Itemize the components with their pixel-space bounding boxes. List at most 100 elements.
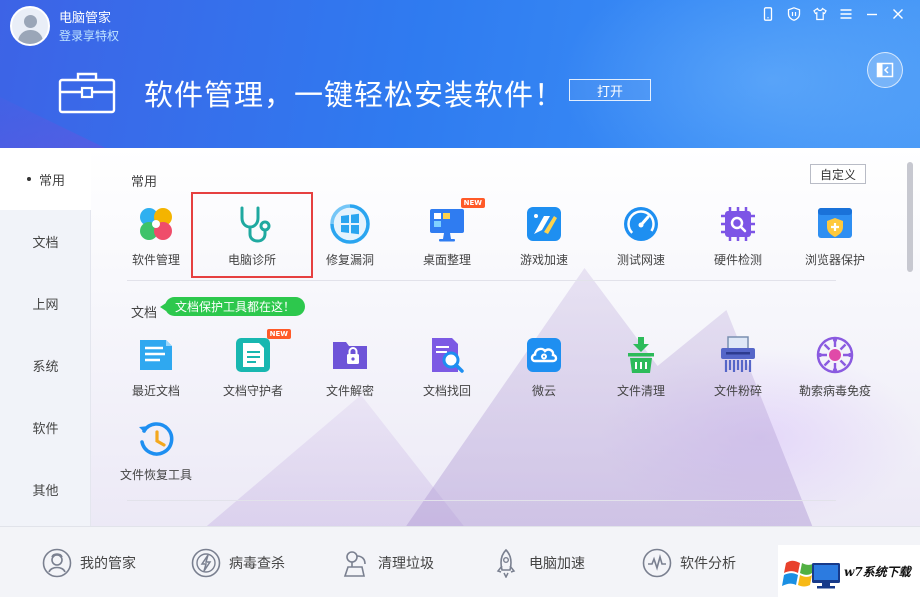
bottom-nav-label: 病毒查杀 (229, 556, 285, 572)
tool-weiyun[interactable]: 微云 (496, 335, 592, 411)
shield-icon[interactable] (782, 4, 806, 24)
rocket-icon (496, 548, 516, 578)
tool-file-decrypt[interactable]: 文件解密 (302, 335, 398, 411)
bottom-nav-clean-junk[interactable]: 清理垃圾 (340, 547, 434, 579)
watermark: w7系统下载 (778, 545, 920, 597)
bottom-nav-label: 清理垃圾 (378, 556, 434, 572)
shredder-icon (718, 335, 758, 375)
bottom-nav-label: 软件分析 (680, 556, 736, 572)
sidebar-item-system[interactable]: 系统 (0, 334, 91, 396)
tool-recent-docs[interactable]: 最近文档 (108, 335, 204, 411)
sidebar-item-label: 文档 (32, 235, 59, 251)
stethoscope-icon (232, 204, 272, 244)
windows-repair-icon (330, 204, 370, 244)
tool-label: 硬件检测 (713, 253, 762, 267)
virus-icon (815, 335, 855, 375)
tool-speed-test[interactable]: 测试网速 (593, 204, 689, 280)
toolbox-icon (58, 70, 116, 114)
section-divider (127, 500, 836, 501)
sidebar-item-label: 上网 (32, 297, 59, 313)
tool-software-manager[interactable]: 软件管理 (108, 204, 204, 280)
new-badge: NEW (460, 198, 485, 208)
tool-hardware-check[interactable]: 硬件检测 (690, 204, 786, 280)
tool-label: 浏览器保护 (804, 253, 865, 267)
sidebar-item-software[interactable]: 软件 (0, 396, 91, 458)
skin-icon[interactable] (808, 4, 832, 24)
header: 电脑管家 登录享特权 软件管理，一键轻松安装软件！ 打开 (0, 0, 920, 148)
tool-file-cleanup[interactable]: 文件清理 (593, 335, 689, 411)
tool-label: 桌面整理 (422, 253, 471, 267)
tool-label: 文件粉碎 (713, 384, 762, 398)
phone-icon[interactable] (756, 4, 780, 24)
avatar-body (18, 30, 43, 44)
tool-label: 游戏加速 (519, 253, 568, 267)
sidebar-item-documents[interactable]: 文档 (0, 210, 91, 272)
sidebar-item-other[interactable]: 其他 (0, 458, 91, 520)
new-badge: NEW (266, 329, 291, 339)
sidebar-item-internet[interactable]: 上网 (0, 272, 91, 334)
tool-label: 修复漏洞 (325, 253, 374, 267)
tool-label: 电脑诊所 (227, 253, 276, 267)
tool-panel: 常用 自定义 软件管理 电脑诊所 修复漏洞 NEW 桌面整理 游戏加速 测试网速… (91, 148, 920, 526)
window-controls (756, 4, 910, 24)
close-icon[interactable] (886, 4, 910, 24)
minimize-icon[interactable] (860, 4, 884, 24)
watermark-text: w7系统下载 (844, 564, 911, 579)
bottom-nav: 我的管家 病毒查杀 清理垃圾 电脑加速 软件分析 w7系统下载 (0, 526, 920, 597)
tool-label: 文件清理 (616, 384, 665, 398)
section-title-common: 常用 (131, 175, 158, 190)
sidebar-item-common[interactable]: 常用 (0, 148, 92, 210)
sidebar-toggle-icon[interactable] (867, 52, 903, 88)
chip-icon (718, 204, 758, 244)
app-title: 电脑管家 (59, 11, 112, 26)
desktop-icon: NEW (427, 198, 485, 244)
tool-label: 文档找回 (422, 384, 471, 398)
tool-doc-guardian[interactable]: NEW 文档守护者 (205, 329, 301, 411)
section-title-documents: 文档 (131, 306, 158, 321)
restore-icon (136, 419, 176, 459)
bottom-nav-label: 我的管家 (80, 556, 136, 572)
software-analysis-icon (642, 548, 672, 578)
tool-doc-recovery[interactable]: 文档找回 (399, 335, 495, 411)
sidebar-item-label: 软件 (32, 421, 59, 437)
documents-promo-badge: 文档保护工具都在这！ (159, 297, 306, 316)
tool-label: 软件管理 (131, 253, 180, 267)
recent-doc-icon (136, 335, 176, 375)
avatar[interactable] (10, 6, 50, 46)
tool-file-shredder[interactable]: 文件粉碎 (690, 335, 786, 411)
tool-browser-protection[interactable]: 浏览器保护 (787, 204, 883, 280)
speedometer-icon (621, 204, 661, 244)
login-link[interactable]: 登录享特权 (59, 27, 119, 44)
tool-label: 文件恢复工具 (119, 468, 192, 482)
tool-label: 微云 (531, 384, 556, 398)
banner-text: 软件管理，一键轻松安装软件！ (144, 78, 565, 112)
section-divider (127, 280, 836, 281)
bottom-nav-software-analysis[interactable]: 软件分析 (642, 547, 736, 579)
tool-label: 最近文档 (131, 384, 180, 398)
tool-ransomware-immunity[interactable]: 勒索病毒免疫 (787, 335, 883, 411)
browser-shield-icon (815, 204, 855, 244)
customize-button[interactable]: 自定义 (810, 164, 866, 184)
folder-lock-icon (330, 335, 370, 375)
bottom-nav-my-butler[interactable]: 我的管家 (42, 547, 136, 579)
lightning-shield-icon (191, 548, 221, 578)
vacuum-icon (343, 551, 366, 577)
doc-search-icon (427, 335, 467, 375)
open-button[interactable]: 打开 (569, 79, 651, 101)
doc-guard-icon: NEW (233, 329, 291, 375)
bottom-nav-virus-scan[interactable]: 病毒查杀 (191, 547, 285, 579)
tool-file-restore[interactable]: 文件恢复工具 (108, 419, 204, 495)
menu-icon[interactable] (834, 4, 858, 24)
tool-desktop-organizer[interactable]: NEW 桌面整理 (399, 198, 495, 280)
tool-label: 文件解密 (325, 384, 374, 398)
tool-game-boost[interactable]: 游戏加速 (496, 204, 592, 280)
tool-fix-vulnerabilities[interactable]: 修复漏洞 (302, 204, 398, 280)
windows-logo-icon (782, 560, 840, 589)
tool-pc-clinic[interactable]: 电脑诊所 (191, 192, 313, 278)
sidebar-item-label: 其他 (32, 483, 59, 499)
sidebar-item-label: 常用 (38, 173, 65, 189)
clover-icon (136, 204, 176, 244)
bottom-nav-speed-up[interactable]: 电脑加速 (491, 547, 585, 579)
scrollbar[interactable] (907, 162, 913, 272)
cloud-icon (524, 335, 564, 375)
